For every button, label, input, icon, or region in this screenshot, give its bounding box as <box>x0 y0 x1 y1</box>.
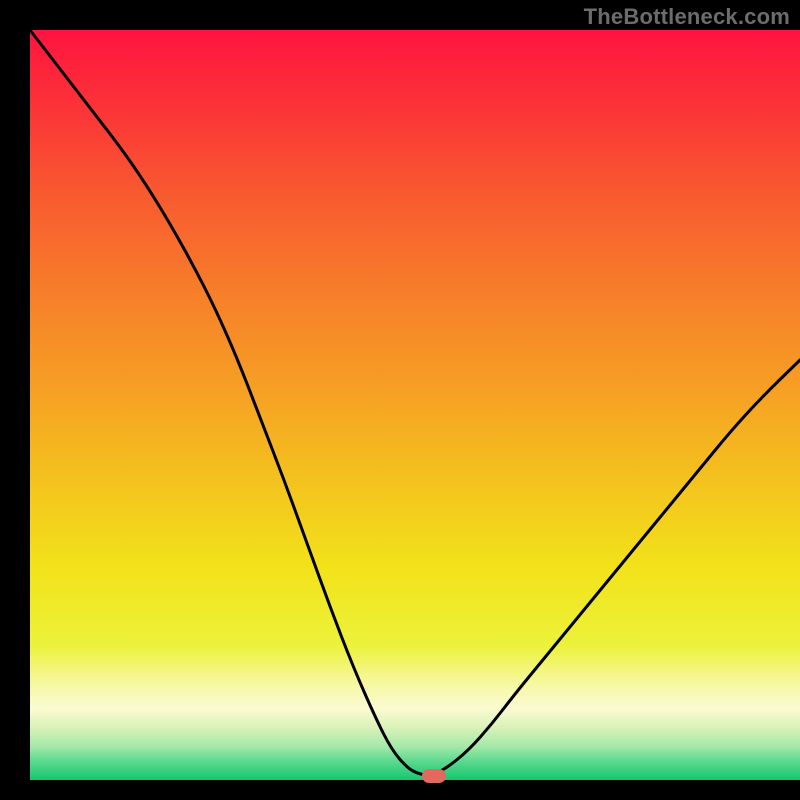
optimal-marker <box>422 769 446 783</box>
chart-stage: TheBottleneck.com <box>0 0 800 800</box>
bottleneck-plot <box>0 0 800 800</box>
watermark-text: TheBottleneck.com <box>584 4 790 30</box>
